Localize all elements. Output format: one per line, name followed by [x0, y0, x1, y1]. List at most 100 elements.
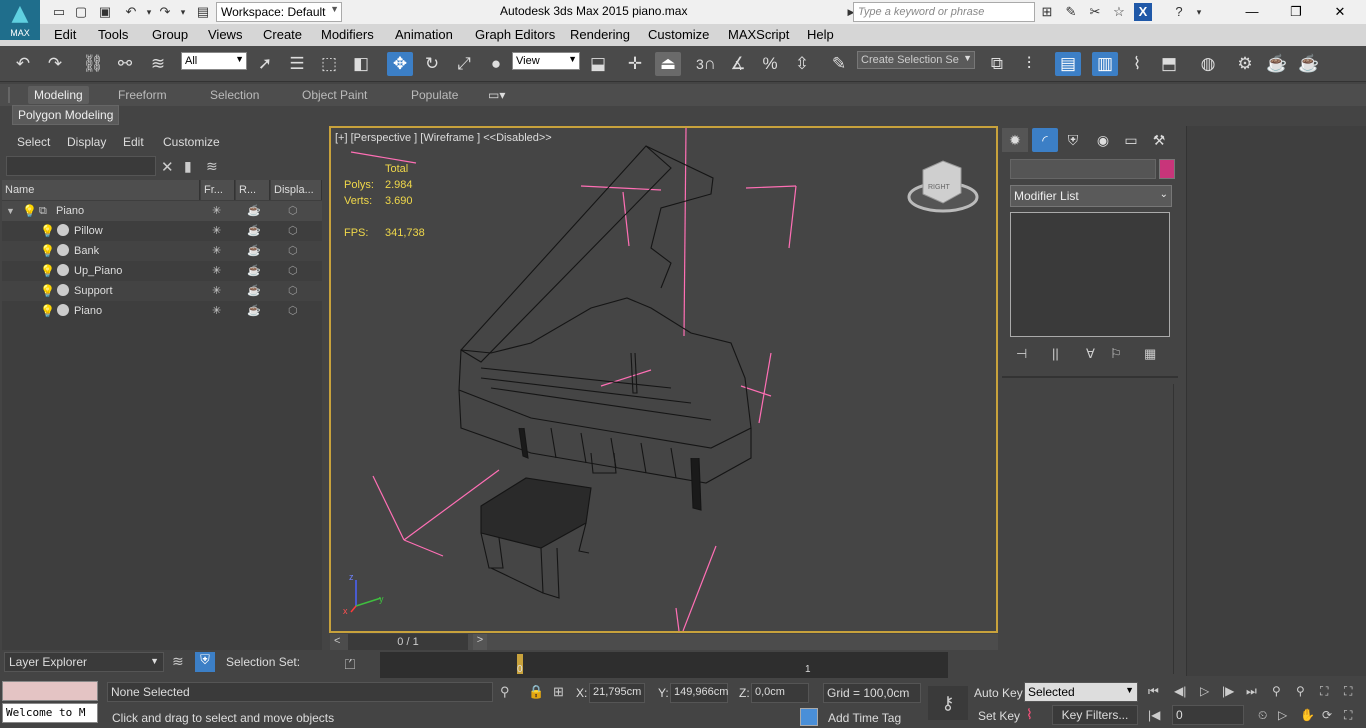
keyboard-shortcut-override-icon[interactable]: ⏏: [655, 52, 681, 76]
select-manipulate-icon[interactable]: ✛: [622, 52, 648, 76]
tree-row[interactable]: 💡 Support ✳ ☕ ⬡: [2, 281, 322, 301]
x-coordinate-field[interactable]: 21,795cm: [589, 683, 645, 703]
binoculars-icon[interactable]: ⊞: [1038, 3, 1056, 21]
redo-icon[interactable]: ↷: [156, 3, 174, 21]
clear-search-icon[interactable]: ✕: [161, 158, 174, 176]
undo-icon[interactable]: ↶: [10, 52, 36, 76]
current-frame-field[interactable]: 0: [1172, 705, 1244, 725]
tab-selection[interactable]: Selection: [210, 88, 259, 102]
lightbulb-icon[interactable]: 💡: [22, 204, 37, 218]
explorer-menu-edit[interactable]: Edit: [123, 135, 144, 149]
hierarchy-tab-icon[interactable]: ⛨: [1060, 128, 1086, 152]
window-crossing-icon[interactable]: ◧: [348, 52, 374, 76]
z-coordinate-field[interactable]: 0,0cm: [751, 683, 809, 703]
display-box-icon[interactable]: ⬡: [288, 224, 298, 237]
set-key-mode-icon[interactable]: ⚷: [928, 686, 968, 720]
ribbon-options-icon[interactable]: ▭▾: [488, 88, 505, 102]
redo-dropdown-icon[interactable]: ▾: [174, 3, 192, 21]
modifier-list-dropdown[interactable]: Modifier List ⌄: [1010, 185, 1172, 207]
auto-key-button[interactable]: Auto Key: [974, 686, 1023, 700]
column-header-render[interactable]: R...: [236, 180, 270, 200]
help-dropdown-icon[interactable]: ▾: [1190, 3, 1208, 21]
select-and-move-icon[interactable]: ✥: [387, 52, 413, 76]
lightbulb-icon[interactable]: 💡: [40, 264, 55, 278]
explorer-menu-select[interactable]: Select: [17, 135, 50, 149]
lightbulb-icon[interactable]: 💡: [40, 304, 55, 318]
favorites-star-icon[interactable]: ☆: [1110, 3, 1128, 21]
hierarchy-view-icon[interactable]: ⛨: [195, 652, 215, 672]
workspace-dropdown[interactable]: Workspace: Default ▼: [216, 2, 342, 22]
open-file-icon[interactable]: ▢: [72, 3, 90, 21]
column-header-name[interactable]: Name: [2, 180, 200, 200]
previous-key-icon[interactable]: ◀|: [1174, 684, 1186, 698]
renderable-teapot-icon[interactable]: ☕: [247, 244, 261, 257]
menu-views[interactable]: Views: [208, 27, 242, 42]
tab-modeling[interactable]: Modeling: [28, 86, 89, 104]
menu-create[interactable]: Create: [263, 27, 302, 42]
scene-explorer-toggle-icon[interactable]: ▤: [1055, 52, 1081, 76]
menu-tools[interactable]: Tools: [98, 27, 128, 42]
renderable-teapot-icon[interactable]: ☕: [247, 304, 261, 317]
renderable-teapot-icon[interactable]: ☕: [247, 224, 261, 237]
freeze-icon[interactable]: ✳: [212, 204, 221, 217]
tab-freeform[interactable]: Freeform: [118, 88, 167, 102]
tree-row[interactable]: 💡 Bank ✳ ☕ ⬡: [2, 241, 322, 261]
menu-animation[interactable]: Animation: [395, 27, 453, 42]
configure-modifier-sets-icon[interactable]: ▦: [1144, 346, 1156, 362]
layer-stack-icon[interactable]: ≋: [206, 158, 218, 175]
unlink-icon[interactable]: ⚯: [112, 52, 138, 76]
menu-customize[interactable]: Customize: [648, 27, 709, 42]
set-key-button[interactable]: Set Key: [978, 709, 1020, 723]
play-icon[interactable]: ▷: [1200, 684, 1209, 698]
tree-row[interactable]: 💡 Pillow ✳ ☕ ⬡: [2, 221, 322, 241]
layers-icon[interactable]: ≋: [172, 653, 184, 670]
freeze-icon[interactable]: ✳: [212, 284, 221, 297]
show-end-result-icon[interactable]: ||: [1052, 346, 1059, 361]
project-folder-icon[interactable]: ▤: [194, 3, 212, 21]
lightbulb-icon[interactable]: 💡: [40, 244, 55, 258]
explorer-menu-customize[interactable]: Customize: [163, 135, 220, 149]
tree-row[interactable]: 💡 Piano ✳ ☕ ⬡: [2, 301, 322, 321]
reference-coordinate-dropdown[interactable]: View ▼: [512, 52, 580, 70]
communication-center-icon[interactable]: ✎: [1062, 3, 1080, 21]
field-of-view-icon[interactable]: ▷: [1278, 708, 1287, 722]
object-name-field[interactable]: [1010, 159, 1156, 179]
next-key-icon[interactable]: |▶: [1222, 684, 1234, 698]
pivot-center-icon[interactable]: ⬓: [585, 52, 611, 76]
freeze-icon[interactable]: ✳: [212, 244, 221, 257]
mini-curve-editor-icon[interactable]: ⏍: [338, 652, 362, 676]
rectangular-selection-icon[interactable]: ⬚: [316, 52, 342, 76]
snaps-toggle-icon[interactable]: 3∩: [693, 52, 719, 76]
polygon-modeling-panel[interactable]: Polygon Modeling: [12, 105, 120, 125]
make-unique-icon[interactable]: ∀: [1086, 346, 1095, 362]
orbit-icon[interactable]: ⟳: [1322, 708, 1332, 722]
renderable-teapot-icon[interactable]: ☕: [247, 284, 261, 297]
absolute-mode-icon[interactable]: ⊞: [553, 684, 564, 700]
new-layer-icon[interactable]: ▮: [184, 158, 192, 175]
layer-explorer-dropdown[interactable]: Layer Explorer ▼: [4, 652, 164, 672]
display-box-icon[interactable]: ⬡: [288, 304, 298, 317]
freeze-icon[interactable]: ✳: [212, 264, 221, 277]
selection-filter-dropdown[interactable]: All ▼: [181, 52, 247, 70]
previous-frame-icon[interactable]: <: [334, 635, 340, 647]
motion-tab-icon[interactable]: ◉: [1090, 128, 1116, 152]
time-slider[interactable]: < 0 / 1 >: [330, 634, 998, 650]
display-box-icon[interactable]: ⬡: [288, 244, 298, 257]
renderable-teapot-icon[interactable]: ☕: [247, 204, 261, 217]
remove-modifier-icon[interactable]: ⚐: [1110, 346, 1122, 362]
explorer-search-input[interactable]: [6, 156, 156, 176]
explorer-menu-display[interactable]: Display: [67, 135, 106, 149]
select-and-rotate-icon[interactable]: ↻: [419, 52, 445, 76]
menu-modifiers[interactable]: Modifiers: [321, 27, 374, 42]
display-box-icon[interactable]: ⬡: [288, 264, 298, 277]
maximize-button[interactable]: ❐: [1274, 0, 1318, 24]
tab-object-paint[interactable]: Object Paint: [302, 88, 367, 102]
perspective-viewport[interactable]: [+] [Perspective ] [Wireframe ] <<Disabl…: [329, 126, 998, 633]
modify-tab-icon[interactable]: ◜: [1032, 128, 1058, 152]
redo-icon[interactable]: ↷: [42, 52, 68, 76]
display-box-icon[interactable]: ⬡: [288, 204, 298, 217]
renderable-teapot-icon[interactable]: ☕: [247, 264, 261, 277]
key-mode-dropdown[interactable]: Selected ▼: [1024, 682, 1138, 702]
menu-help[interactable]: Help: [807, 27, 834, 42]
zoom-all-icon[interactable]: ⚲: [1296, 684, 1305, 698]
